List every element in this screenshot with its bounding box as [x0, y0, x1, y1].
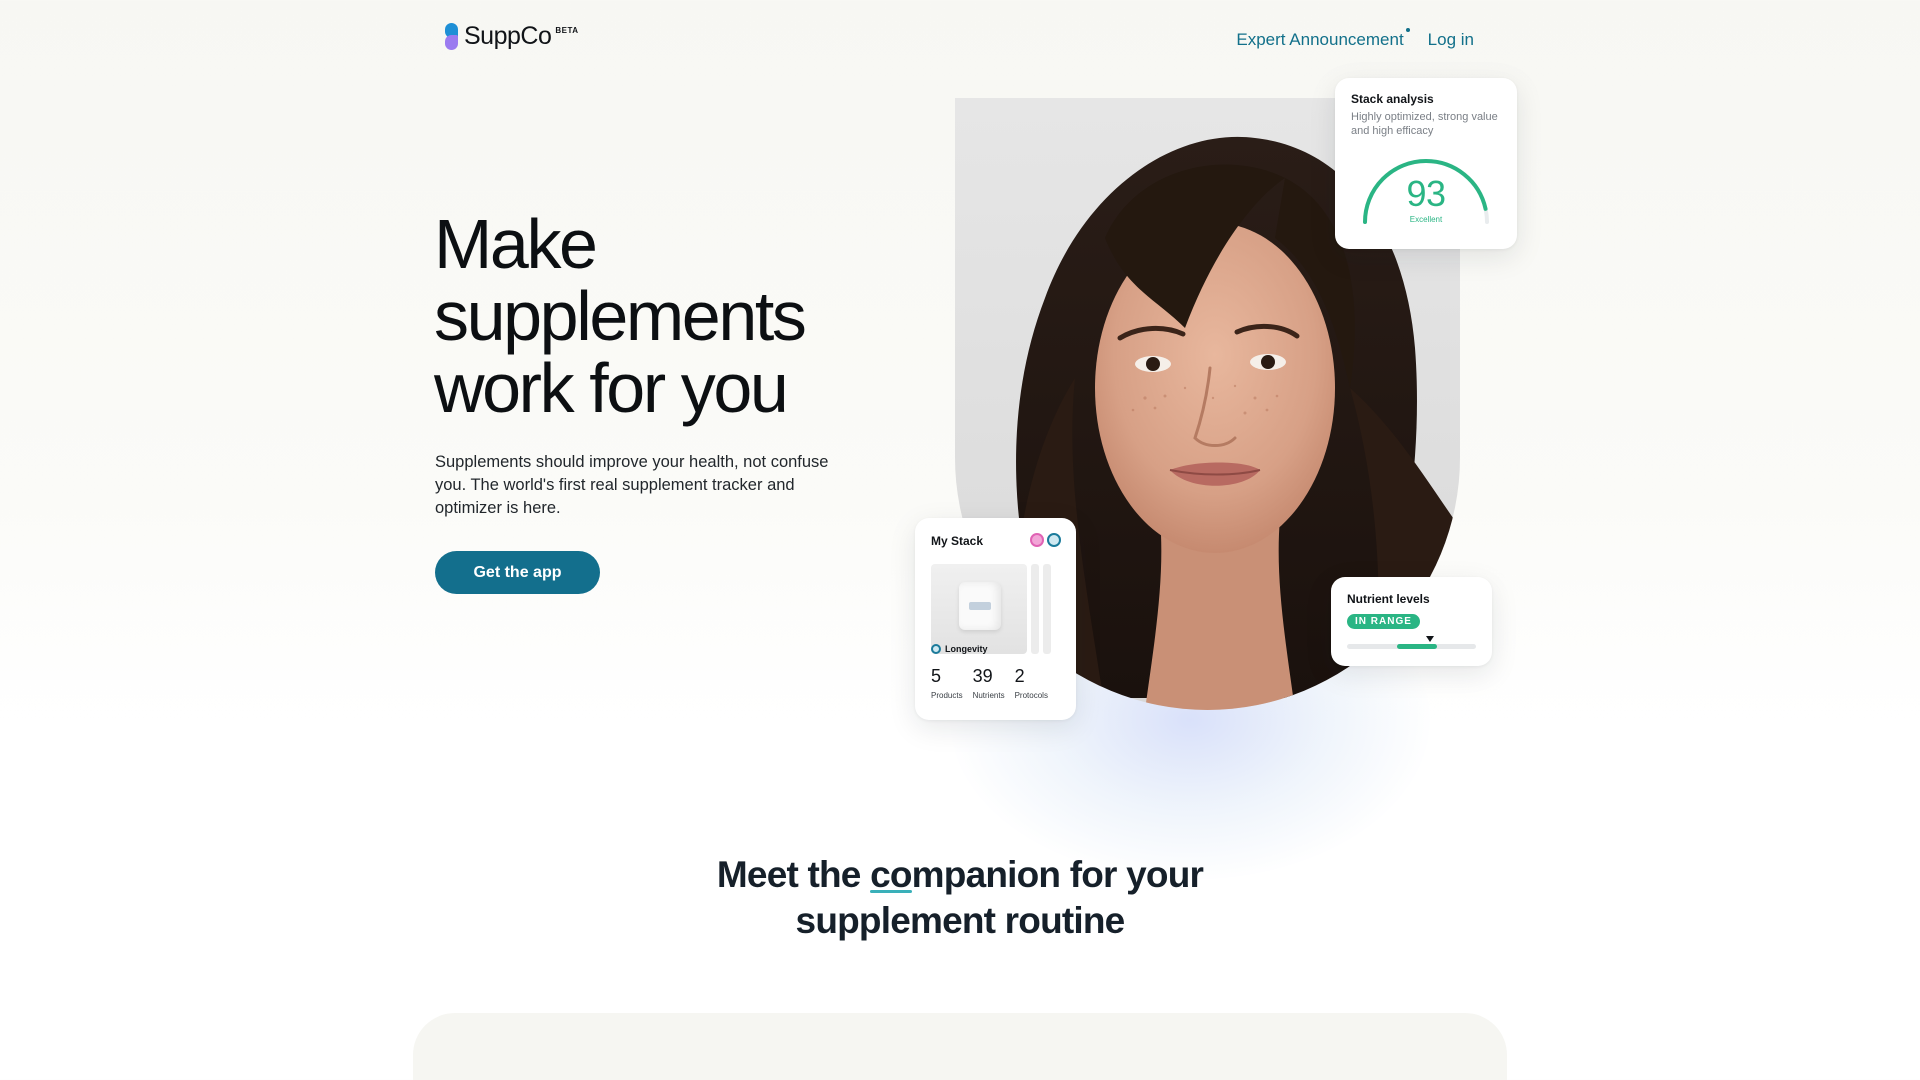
- product-slot: [1043, 564, 1051, 654]
- nav-link-expert-announcement[interactable]: Expert Announcement: [1236, 28, 1410, 50]
- longevity-icon: [931, 644, 941, 654]
- hero-title: Make supplements work for you: [434, 208, 874, 424]
- in-range-badge: IN RANGE: [1347, 614, 1420, 629]
- nav-link-label: Expert Announcement: [1236, 30, 1404, 49]
- pink-avatar-icon: [1030, 533, 1044, 547]
- hero-subtitle: Supplements should improve your health, …: [435, 453, 829, 517]
- brand-logo[interactable]: SuppCo BETA: [445, 22, 579, 51]
- get-the-app-button[interactable]: Get the app: [435, 551, 600, 594]
- product-slot: [1031, 564, 1039, 654]
- top-nav: SuppCo BETA Expert Announcement Log in: [0, 0, 1920, 80]
- product-thumbnail: [931, 564, 1027, 654]
- stat-value: 39: [972, 666, 993, 686]
- my-stack-card: My Stack Longevity 5 Products 39 Nutrien…: [915, 518, 1076, 720]
- nutrient-range-bar: [1347, 636, 1476, 649]
- nav-links: Expert Announcement Log in: [1236, 28, 1474, 50]
- section-title: Meet the companion for your supplement r…: [0, 852, 1920, 944]
- stack-analysis-title: Stack analysis: [1351, 92, 1434, 106]
- stat-label: Nutrients: [972, 691, 1005, 700]
- protocol-tag: Longevity: [931, 644, 988, 654]
- stat-protocols: 2 Protocols: [1015, 666, 1048, 700]
- nav-link-login[interactable]: Log in: [1428, 30, 1474, 50]
- logo-icon: [445, 23, 458, 50]
- stack-stats: 5 Products 39 Nutrients 2 Protocols: [931, 666, 1048, 700]
- nutrient-range-fill: [1397, 644, 1438, 649]
- feature-panel: [413, 1013, 1507, 1080]
- stat-value: 5: [931, 666, 942, 686]
- range-marker-icon: [1425, 636, 1434, 642]
- protocol-label: Longevity: [945, 644, 988, 654]
- notification-dot-icon: [1405, 28, 1410, 32]
- stack-avatars: [1030, 533, 1061, 547]
- section-title-line2: supplement routine: [795, 900, 1126, 941]
- stat-nutrients: 39 Nutrients: [973, 666, 1005, 700]
- hero-title-line: Make: [434, 205, 598, 283]
- brand-name: SuppCo: [464, 22, 552, 50]
- nutrient-levels-card: Nutrient levels IN RANGE: [1331, 577, 1492, 666]
- score-value: 93: [1406, 173, 1446, 214]
- stat-label: Products: [931, 691, 963, 700]
- section-title-underlined: co: [870, 854, 912, 895]
- section-title-part: mpanion for your: [911, 854, 1204, 895]
- score-label: Excellent: [1409, 215, 1443, 224]
- beta-tag: BETA: [555, 26, 579, 35]
- nutrient-levels-title: Nutrient levels: [1347, 592, 1430, 606]
- hero-title-line: work for you: [434, 349, 789, 427]
- section-title-part: Meet the: [716, 854, 871, 895]
- hero-title-line: supplements: [434, 277, 807, 355]
- stack-analysis-description: Highly optimized, strong value and high …: [1351, 111, 1498, 137]
- stat-label: Protocols: [1014, 691, 1048, 700]
- supplement-jar-icon: [959, 582, 1001, 630]
- stack-analysis-card: Stack analysis Highly optimized, strong …: [1335, 78, 1517, 249]
- stat-products: 5 Products: [931, 666, 963, 700]
- stat-value: 2: [1014, 666, 1025, 686]
- teal-avatar-icon: [1047, 533, 1061, 547]
